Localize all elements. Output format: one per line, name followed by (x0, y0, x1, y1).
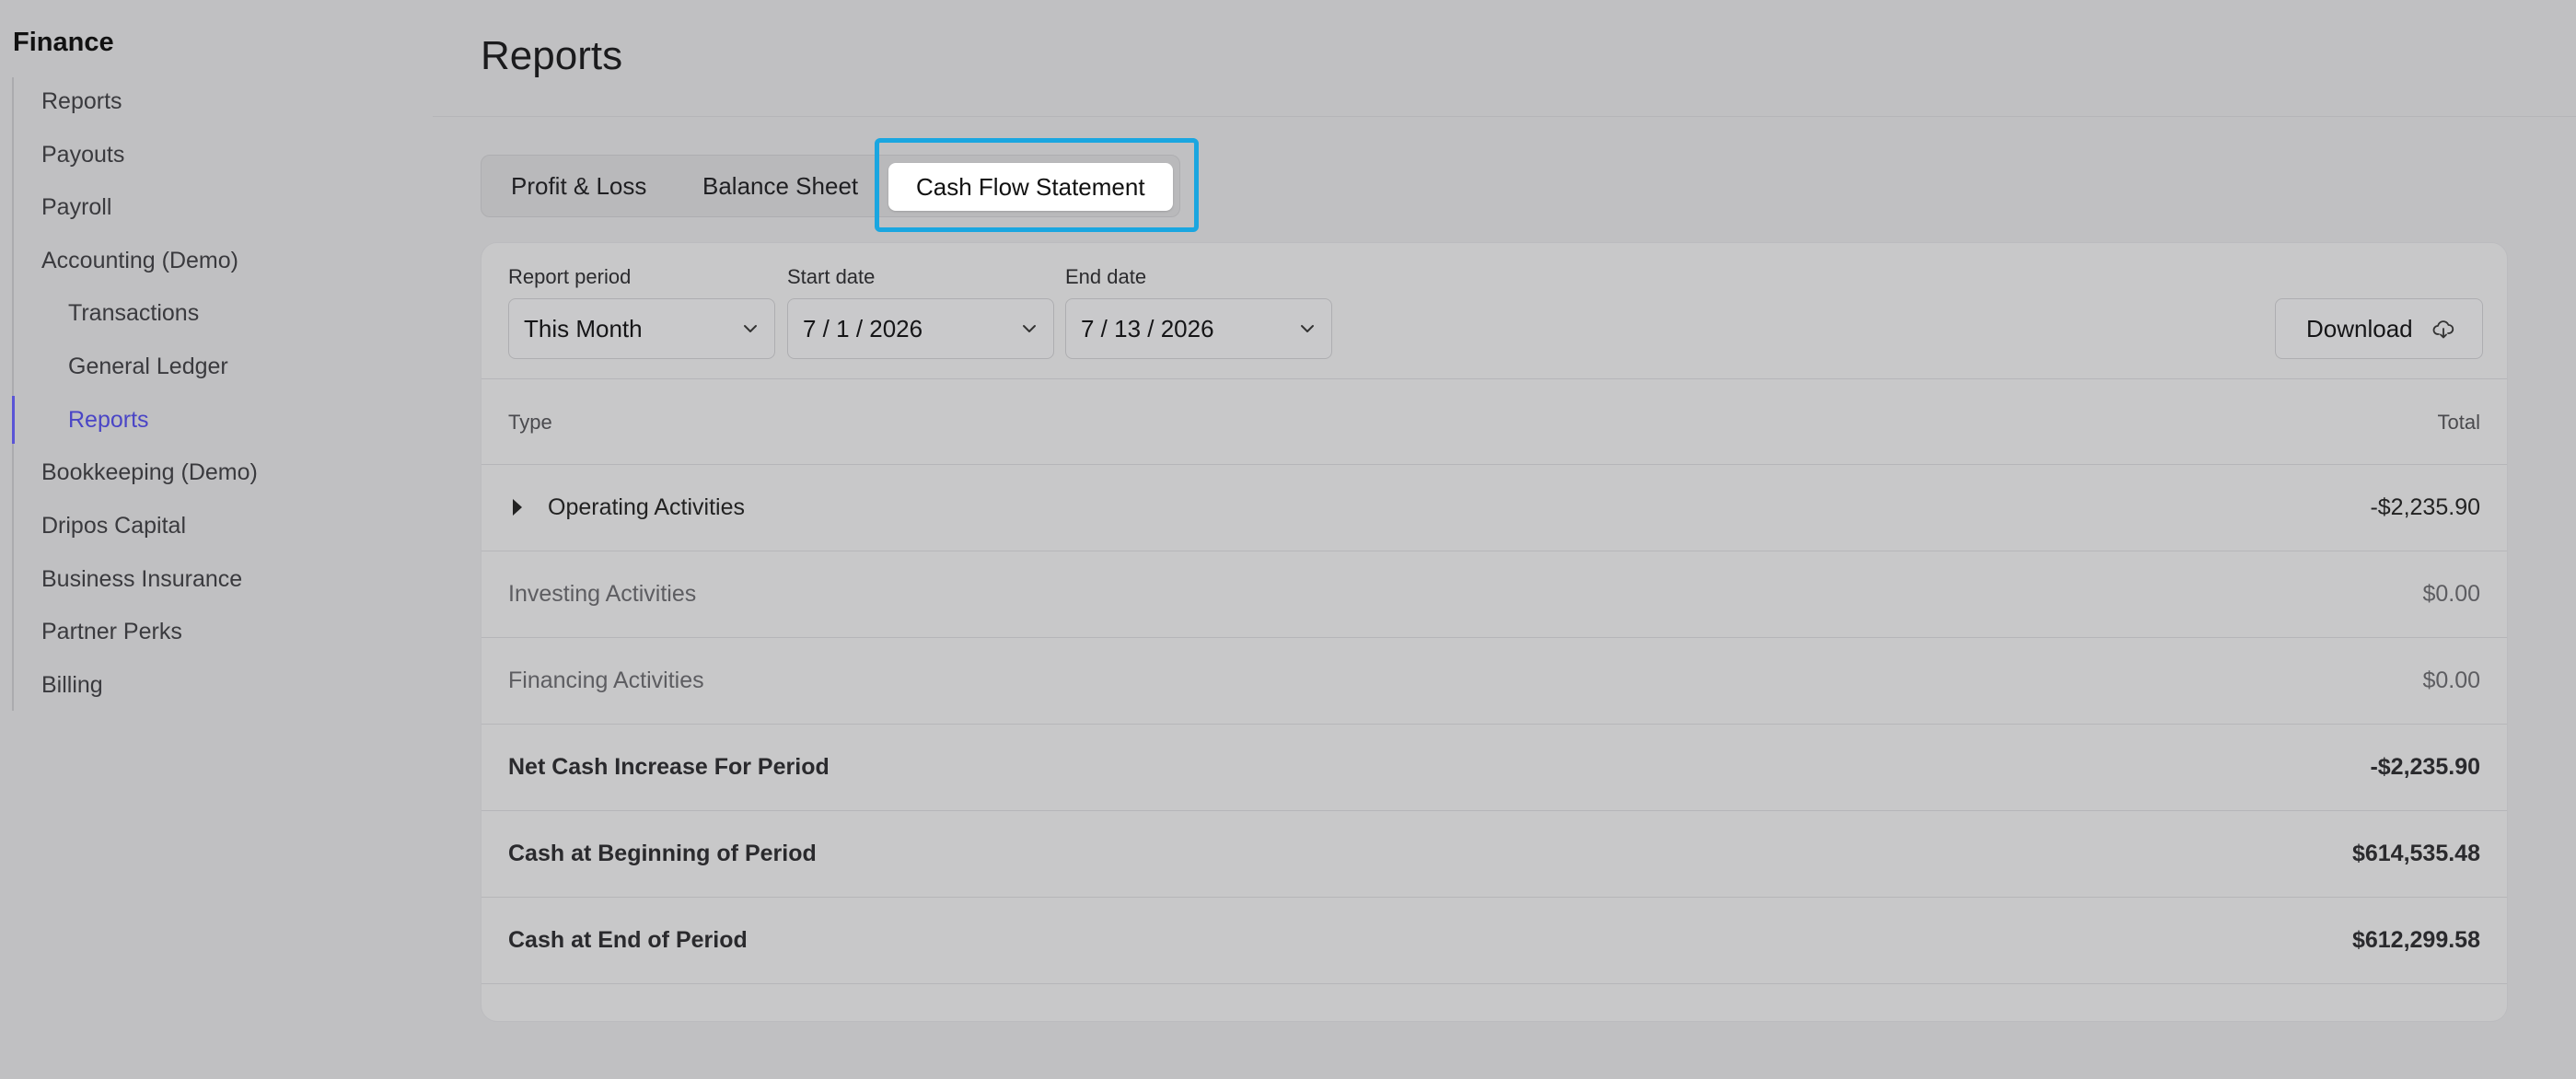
end-date-value: 7 / 13 / 2026 (1081, 315, 1214, 342)
sidebar-item-transactions[interactable]: Transactions (68, 289, 199, 337)
cloud-download-icon (2432, 320, 2454, 339)
download-label: Download (2306, 315, 2413, 342)
sidebar-item-general-ledger[interactable]: General Ledger (68, 342, 228, 390)
sidebar-item-accounting[interactable]: Accounting (Demo) (41, 237, 238, 284)
table-header-row: Type Total (482, 379, 2507, 465)
sidebar: Finance Reports Payouts Payroll Accounti… (0, 0, 433, 1079)
row-type: Net Cash Increase For Period (508, 754, 830, 780)
report-period-value: This Month (524, 315, 643, 342)
sidebar-item-business-insurance[interactable]: Business Insurance (41, 555, 242, 603)
sidebar-item-payouts[interactable]: Payouts (41, 131, 124, 179)
row-total: $0.00 (2422, 667, 2480, 693)
sidebar-item-partner-perks[interactable]: Partner Perks (41, 608, 182, 656)
page-title: Reports (481, 33, 623, 78)
table-row-financing-activities: Financing Activities $0.00 (482, 638, 2507, 725)
column-header-total: Total (2437, 411, 2480, 434)
row-type: Financing Activities (508, 667, 704, 693)
sidebar-title: Finance (13, 28, 114, 57)
column-header-type: Type (508, 411, 552, 434)
sidebar-nav: Reports Payouts Payroll Accounting (Demo… (12, 77, 417, 711)
chevron-down-icon (1301, 325, 1314, 332)
row-total: $612,299.58 (2351, 927, 2480, 953)
sidebar-item-bookkeeping[interactable]: Bookkeeping (Demo) (41, 448, 258, 496)
end-date-label: End date (1065, 265, 1147, 288)
chevron-down-icon (744, 325, 757, 332)
sidebar-item-payroll[interactable]: Payroll (41, 183, 111, 231)
active-indicator (12, 396, 15, 444)
download-button[interactable]: Download (2275, 298, 2483, 359)
report-period-select[interactable]: This Month (508, 298, 775, 359)
sidebar-item-billing[interactable]: Billing (41, 661, 103, 709)
row-total: -$2,235.90 (2370, 754, 2480, 780)
report-tabs: Profit & Loss Balance Sheet Cash Flow St… (481, 155, 1180, 217)
tab-profit-loss[interactable]: Profit & Loss (511, 156, 646, 216)
report-card: Report period This Month Start date 7 / … (481, 242, 2508, 1022)
end-date-picker[interactable]: 7 / 13 / 2026 (1065, 298, 1332, 359)
sidebar-item-dripos-capital[interactable]: Dripos Capital (41, 502, 186, 550)
row-type: Operating Activities (548, 494, 745, 520)
table-row-cash-beginning: Cash at Beginning of Period $614,535.48 (482, 811, 2507, 898)
tab-balance-sheet[interactable]: Balance Sheet (702, 156, 858, 216)
table-row-investing-activities: Investing Activities $0.00 (482, 551, 2507, 638)
sidebar-item-accounting-reports[interactable]: Reports (68, 396, 149, 444)
sidebar-item-reports[interactable]: Reports (41, 77, 122, 125)
row-type: Cash at Beginning of Period (508, 841, 817, 866)
row-type: Cash at End of Period (508, 927, 748, 953)
row-type: Investing Activities (508, 581, 697, 607)
table-row-operating-activities[interactable]: Operating Activities -$2,235.90 (482, 465, 2507, 551)
chevron-down-icon (1023, 325, 1036, 332)
start-date-picker[interactable]: 7 / 1 / 2026 (787, 298, 1054, 359)
app: Finance Reports Payouts Payroll Accounti… (0, 0, 2576, 1079)
row-total: $0.00 (2422, 581, 2480, 607)
report-period-label: Report period (508, 265, 632, 288)
cash-flow-table: Type Total Operating Activities -$2,235.… (482, 379, 2507, 984)
filters-bar: Report period This Month Start date 7 / … (482, 243, 2507, 379)
sidebar-item-accounting-reports-row: Reports (12, 396, 419, 444)
header-divider (433, 116, 2576, 117)
table-row-net-cash-increase: Net Cash Increase For Period -$2,235.90 (482, 725, 2507, 811)
caret-right-icon[interactable] (513, 499, 522, 516)
table-row-cash-end: Cash at End of Period $612,299.58 (482, 898, 2507, 984)
start-date-label: Start date (787, 265, 876, 288)
row-total: $614,535.48 (2351, 841, 2480, 866)
row-total: -$2,235.90 (2370, 494, 2480, 520)
tab-cash-flow-statement[interactable]: Cash Flow Statement (888, 163, 1173, 211)
start-date-value: 7 / 1 / 2026 (803, 315, 923, 342)
